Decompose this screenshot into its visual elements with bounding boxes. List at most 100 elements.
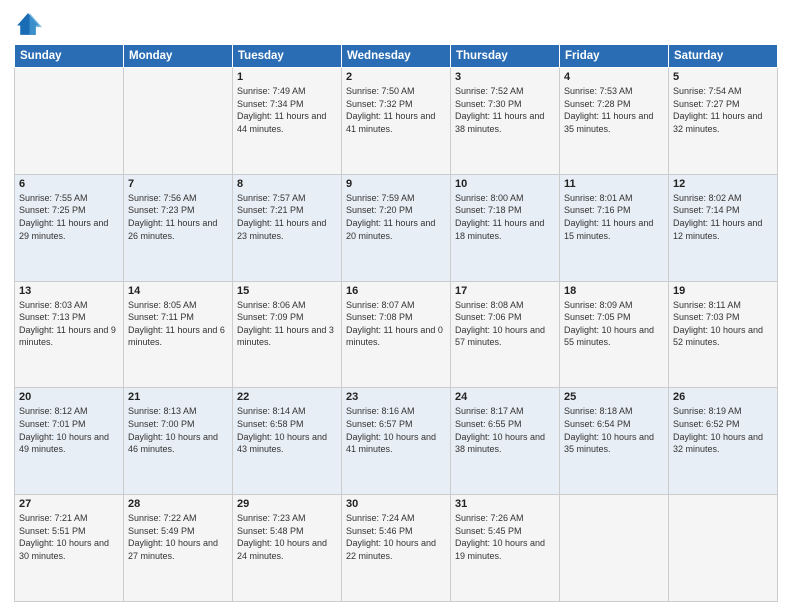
calendar-cell: 15 Sunrise: 8:06 AM Sunset: 7:09 PM Dayli…: [233, 281, 342, 388]
day-number: 9: [346, 178, 446, 190]
day-info: Sunrise: 8:17 AM Sunset: 6:55 PM Dayligh…: [455, 405, 555, 455]
calendar-cell: [560, 495, 669, 602]
day-info: Sunrise: 8:11 AM Sunset: 7:03 PM Dayligh…: [673, 299, 773, 349]
day-info: Sunrise: 7:53 AM Sunset: 7:28 PM Dayligh…: [564, 85, 664, 135]
calendar-cell: 5 Sunrise: 7:54 AM Sunset: 7:27 PM Daylig…: [669, 68, 778, 175]
calendar-cell: 28 Sunrise: 7:22 AM Sunset: 5:49 PM Dayli…: [124, 495, 233, 602]
calendar-cell: [669, 495, 778, 602]
calendar-cell: 16 Sunrise: 8:07 AM Sunset: 7:08 PM Dayli…: [342, 281, 451, 388]
calendar-cell: 22 Sunrise: 8:14 AM Sunset: 6:58 PM Dayli…: [233, 388, 342, 495]
day-info: Sunrise: 8:13 AM Sunset: 7:00 PM Dayligh…: [128, 405, 228, 455]
day-number: 16: [346, 285, 446, 297]
day-info: Sunrise: 7:23 AM Sunset: 5:48 PM Dayligh…: [237, 512, 337, 562]
day-number: 23: [346, 391, 446, 403]
calendar-cell: 27 Sunrise: 7:21 AM Sunset: 5:51 PM Dayli…: [15, 495, 124, 602]
day-info: Sunrise: 8:03 AM Sunset: 7:13 PM Dayligh…: [19, 299, 119, 349]
weekday-header: Wednesday: [342, 45, 451, 68]
day-number: 31: [455, 498, 555, 510]
day-info: Sunrise: 7:26 AM Sunset: 5:45 PM Dayligh…: [455, 512, 555, 562]
calendar-cell: 26 Sunrise: 8:19 AM Sunset: 6:52 PM Dayli…: [669, 388, 778, 495]
calendar-cell: 29 Sunrise: 7:23 AM Sunset: 5:48 PM Dayli…: [233, 495, 342, 602]
day-info: Sunrise: 7:59 AM Sunset: 7:20 PM Dayligh…: [346, 192, 446, 242]
calendar-cell: 10 Sunrise: 8:00 AM Sunset: 7:18 PM Dayli…: [451, 174, 560, 281]
page: SundayMondayTuesdayWednesdayThursdayFrid…: [0, 0, 792, 612]
day-info: Sunrise: 8:19 AM Sunset: 6:52 PM Dayligh…: [673, 405, 773, 455]
day-number: 6: [19, 178, 119, 190]
day-info: Sunrise: 8:01 AM Sunset: 7:16 PM Dayligh…: [564, 192, 664, 242]
day-number: 27: [19, 498, 119, 510]
weekday-header: Saturday: [669, 45, 778, 68]
day-number: 24: [455, 391, 555, 403]
calendar-cell: 1 Sunrise: 7:49 AM Sunset: 7:34 PM Daylig…: [233, 68, 342, 175]
day-info: Sunrise: 7:57 AM Sunset: 7:21 PM Dayligh…: [237, 192, 337, 242]
day-number: 2: [346, 71, 446, 83]
calendar-cell: 30Sunrise: 7:24 AM Sunset: 5:46 PM Dayli…: [342, 495, 451, 602]
weekday-header: Tuesday: [233, 45, 342, 68]
day-number: 19: [673, 285, 773, 297]
weekday-header: Thursday: [451, 45, 560, 68]
day-info: Sunrise: 8:14 AM Sunset: 6:58 PM Dayligh…: [237, 405, 337, 455]
day-info: Sunrise: 8:06 AM Sunset: 7:09 PM Dayligh…: [237, 299, 337, 349]
day-number: 25: [564, 391, 664, 403]
calendar-cell: 25Sunrise: 8:18 AM Sunset: 6:54 PM Dayli…: [560, 388, 669, 495]
day-number: 20: [19, 391, 119, 403]
calendar-cell: 23 Sunrise: 8:16 AM Sunset: 6:57 PM Dayli…: [342, 388, 451, 495]
weekday-header: Friday: [560, 45, 669, 68]
weekday-header: Monday: [124, 45, 233, 68]
day-number: 28: [128, 498, 228, 510]
day-number: 4: [564, 71, 664, 83]
day-info: Sunrise: 7:52 AM Sunset: 7:30 PM Dayligh…: [455, 85, 555, 135]
calendar-cell: 9 Sunrise: 7:59 AM Sunset: 7:20 PM Daylig…: [342, 174, 451, 281]
day-info: Sunrise: 7:54 AM Sunset: 7:27 PM Dayligh…: [673, 85, 773, 135]
day-info: Sunrise: 7:55 AM Sunset: 7:25 PM Dayligh…: [19, 192, 119, 242]
day-info: Sunrise: 8:08 AM Sunset: 7:06 PM Dayligh…: [455, 299, 555, 349]
day-number: 17: [455, 285, 555, 297]
weekday-header: Sunday: [15, 45, 124, 68]
day-info: Sunrise: 8:09 AM Sunset: 7:05 PM Dayligh…: [564, 299, 664, 349]
calendar-cell: 4 Sunrise: 7:53 AM Sunset: 7:28 PM Daylig…: [560, 68, 669, 175]
day-info: Sunrise: 7:22 AM Sunset: 5:49 PM Dayligh…: [128, 512, 228, 562]
calendar-cell: 7Sunrise: 7:56 AM Sunset: 7:23 PM Daylig…: [124, 174, 233, 281]
calendar-cell: 31 Sunrise: 7:26 AM Sunset: 5:45 PM Dayli…: [451, 495, 560, 602]
calendar-cell: 3 Sunrise: 7:52 AM Sunset: 7:30 PM Daylig…: [451, 68, 560, 175]
calendar-cell: [15, 68, 124, 175]
weekday-header-row: SundayMondayTuesdayWednesdayThursdayFrid…: [15, 45, 778, 68]
day-number: 5: [673, 71, 773, 83]
day-number: 11: [564, 178, 664, 190]
day-info: Sunrise: 8:12 AM Sunset: 7:01 PM Dayligh…: [19, 405, 119, 455]
day-info: Sunrise: 7:21 AM Sunset: 5:51 PM Dayligh…: [19, 512, 119, 562]
day-number: 22: [237, 391, 337, 403]
calendar-cell: 21 Sunrise: 8:13 AM Sunset: 7:00 PM Dayli…: [124, 388, 233, 495]
day-info: Sunrise: 8:07 AM Sunset: 7:08 PM Dayligh…: [346, 299, 446, 349]
day-info: Sunrise: 7:50 AM Sunset: 7:32 PM Dayligh…: [346, 85, 446, 135]
day-info: Sunrise: 7:24 AM Sunset: 5:46 PM Dayligh…: [346, 512, 446, 562]
day-number: 29: [237, 498, 337, 510]
calendar-week-row: 6 Sunrise: 7:55 AM Sunset: 7:25 PM Daylig…: [15, 174, 778, 281]
day-info: Sunrise: 8:05 AM Sunset: 7:11 PM Dayligh…: [128, 299, 228, 349]
calendar-week-row: 1 Sunrise: 7:49 AM Sunset: 7:34 PM Daylig…: [15, 68, 778, 175]
calendar-cell: 12Sunrise: 8:02 AM Sunset: 7:14 PM Dayli…: [669, 174, 778, 281]
day-info: Sunrise: 8:00 AM Sunset: 7:18 PM Dayligh…: [455, 192, 555, 242]
calendar-cell: 11 Sunrise: 8:01 AM Sunset: 7:16 PM Dayli…: [560, 174, 669, 281]
calendar-cell: [124, 68, 233, 175]
logo: [14, 10, 46, 38]
day-number: 18: [564, 285, 664, 297]
day-number: 3: [455, 71, 555, 83]
day-info: Sunrise: 8:16 AM Sunset: 6:57 PM Dayligh…: [346, 405, 446, 455]
calendar-cell: 2 Sunrise: 7:50 AM Sunset: 7:32 PM Daylig…: [342, 68, 451, 175]
calendar-cell: 24 Sunrise: 8:17 AM Sunset: 6:55 PM Dayli…: [451, 388, 560, 495]
day-number: 8: [237, 178, 337, 190]
calendar-table: SundayMondayTuesdayWednesdayThursdayFrid…: [14, 44, 778, 602]
day-number: 10: [455, 178, 555, 190]
day-number: 1: [237, 71, 337, 83]
day-number: 26: [673, 391, 773, 403]
day-number: 15: [237, 285, 337, 297]
day-number: 21: [128, 391, 228, 403]
logo-icon: [14, 10, 42, 38]
day-info: Sunrise: 7:49 AM Sunset: 7:34 PM Dayligh…: [237, 85, 337, 135]
day-number: 12: [673, 178, 773, 190]
day-number: 13: [19, 285, 119, 297]
calendar-cell: 13 Sunrise: 8:03 AM Sunset: 7:13 PM Dayli…: [15, 281, 124, 388]
calendar-cell: 18 Sunrise: 8:09 AM Sunset: 7:05 PM Dayli…: [560, 281, 669, 388]
header: [14, 10, 778, 38]
